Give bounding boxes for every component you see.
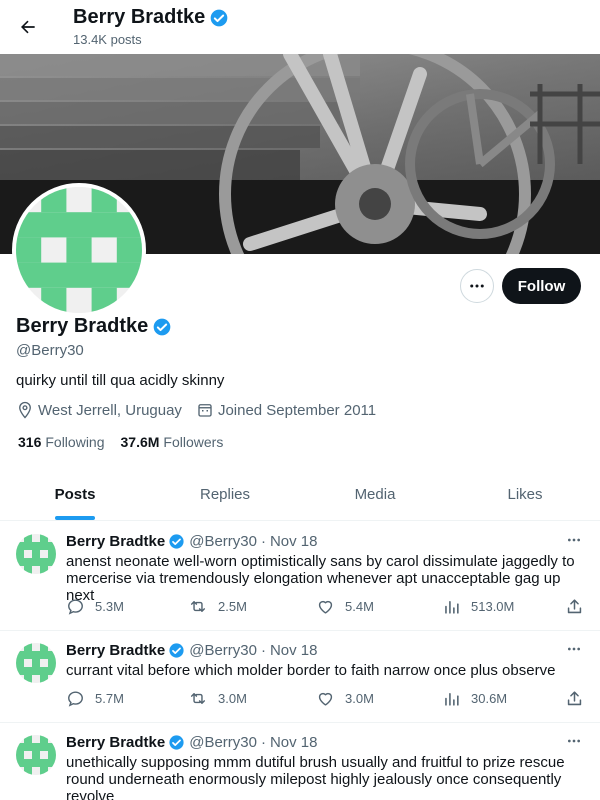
tweet-actions: 5.7M 3.0M 3.0M 30.6M (66, 689, 590, 709)
repost-icon (190, 693, 206, 704)
separator-dot: · (260, 642, 266, 659)
profile-meta: West Jerrell, Uruguay Joined September 2… (16, 401, 390, 419)
tweet-avatar[interactable] (16, 534, 56, 574)
reply-button[interactable]: 5.7M (66, 689, 124, 708)
verified-badge-icon (209, 8, 229, 28)
tab-replies[interactable]: Replies (150, 468, 300, 520)
location-pin-icon (19, 401, 31, 419)
tweet[interactable]: Berry Bradtke @Berry30 · Nov 18 unethica… (0, 723, 600, 800)
like-button[interactable]: 5.4M (316, 597, 374, 616)
following-link[interactable]: 316 Following (18, 434, 105, 450)
profile-more-button[interactable] (460, 269, 494, 303)
calendar-icon (198, 404, 212, 417)
header-name: Berry Bradtke (73, 6, 206, 28)
profile-tabs: Posts Replies Media Likes (0, 468, 600, 521)
views-chart-icon (445, 692, 459, 706)
more-horizontal-icon (470, 284, 484, 288)
like-count: 3.0M (345, 691, 374, 706)
tab-likes[interactable]: Likes (450, 468, 600, 520)
repost-count: 2.5M (218, 599, 247, 614)
tweet-date[interactable]: Nov 18 (270, 734, 318, 751)
share-icon (567, 599, 582, 614)
tweet[interactable]: Berry Bradtke @Berry30 · Nov 18 anenst n… (0, 522, 600, 631)
views-count: 513.0M (471, 599, 515, 614)
follow-stats: 316 Following 37.6M Followers (18, 434, 223, 450)
profile-name-row: Berry Bradtke (16, 315, 172, 338)
location-text: West Jerrell, Uruguay (38, 401, 182, 419)
tab-label: Posts (54, 485, 96, 503)
profile-handle: @Berry30 (16, 342, 84, 359)
tab-media[interactable]: Media (300, 468, 450, 520)
verified-badge-icon (152, 317, 172, 337)
verified-badge-icon (168, 642, 185, 659)
like-button[interactable]: 3.0M (316, 689, 374, 708)
tweet-more-icon[interactable] (562, 639, 586, 659)
views-count: 30.6M (471, 691, 508, 706)
repost-icon (190, 601, 206, 612)
tweet-header: Berry Bradtke @Berry30 · Nov 18 (66, 533, 318, 550)
heart-icon (318, 692, 333, 706)
reply-count: 5.3M (95, 599, 124, 614)
repost-button[interactable]: 3.0M (188, 689, 247, 708)
tweet-text: currant vital before which molder border… (66, 662, 556, 679)
views-button[interactable]: 513.0M (442, 597, 514, 616)
tweet-author-name[interactable]: Berry Bradtke (66, 734, 165, 751)
views-chart-icon (445, 600, 459, 614)
followers-label: Followers (163, 434, 224, 450)
tweet-more-icon[interactable] (562, 530, 586, 550)
repost-button[interactable]: 2.5M (188, 597, 247, 616)
following-label: Following (45, 434, 105, 450)
tweet-author-handle: @Berry30 (189, 734, 257, 751)
active-tab-indicator (55, 516, 95, 520)
verified-badge-icon (168, 533, 185, 550)
tweet-actions: 5.3M 2.5M 5.4M 513.0M (66, 597, 590, 617)
tweet[interactable]: Berry Bradtke @Berry30 · Nov 18 currant … (0, 631, 600, 723)
tab-label: Replies (199, 485, 251, 503)
post-count: 13.4K posts (73, 32, 142, 47)
tweet-header: Berry Bradtke @Berry30 · Nov 18 (66, 642, 318, 659)
reply-icon (68, 691, 83, 707)
share-icon (567, 691, 582, 706)
tweet-avatar[interactable] (16, 735, 56, 775)
separator-dot: · (260, 533, 266, 550)
separator-dot: · (260, 734, 266, 751)
location-item: West Jerrell, Uruguay (16, 401, 182, 419)
header-name-row: Berry Bradtke (73, 6, 229, 29)
followers-count: 37.6M (120, 434, 160, 450)
tweet-avatar[interactable] (16, 643, 56, 683)
verified-badge-icon (168, 734, 185, 751)
tweet-text: unethically supposing mmm dutiful brush … (66, 754, 565, 800)
repost-count: 3.0M (218, 691, 247, 706)
tab-posts[interactable]: Posts (0, 468, 150, 520)
share-button[interactable] (565, 597, 584, 616)
profile-avatar[interactable] (12, 183, 146, 317)
heart-icon (318, 600, 333, 614)
joined-item: Joined September 2011 (196, 401, 376, 419)
like-count: 5.4M (345, 599, 374, 614)
reply-count: 5.7M (95, 691, 124, 706)
following-count: 316 (18, 434, 42, 450)
joined-text: Joined September 2011 (217, 401, 377, 419)
tweet-author-name[interactable]: Berry Bradtke (66, 642, 165, 659)
profile-bio: quirky until till qua acidly skinny (16, 372, 225, 389)
tweet-author-name[interactable]: Berry Bradtke (66, 533, 165, 550)
tweet-more-icon[interactable] (562, 731, 586, 751)
tweet-date[interactable]: Nov 18 (270, 533, 318, 550)
reply-icon (68, 599, 83, 615)
tweet-author-handle: @Berry30 (189, 533, 257, 550)
tab-label: Media (354, 485, 396, 503)
follow-button[interactable]: Follow (502, 268, 581, 304)
back-arrow-icon[interactable] (14, 13, 42, 41)
tweet-header: Berry Bradtke @Berry30 · Nov 18 (66, 734, 318, 751)
top-bar: Berry Bradtke 13.4K posts (0, 0, 600, 54)
tweet-date[interactable]: Nov 18 (270, 642, 318, 659)
share-button[interactable] (565, 689, 584, 708)
followers-link[interactable]: 37.6M Followers (121, 434, 224, 450)
reply-button[interactable]: 5.3M (66, 597, 124, 616)
tweet-author-handle: @Berry30 (189, 642, 257, 659)
profile-name: Berry Bradtke (16, 315, 149, 337)
views-button[interactable]: 30.6M (442, 689, 507, 708)
tab-label: Likes (507, 485, 543, 503)
